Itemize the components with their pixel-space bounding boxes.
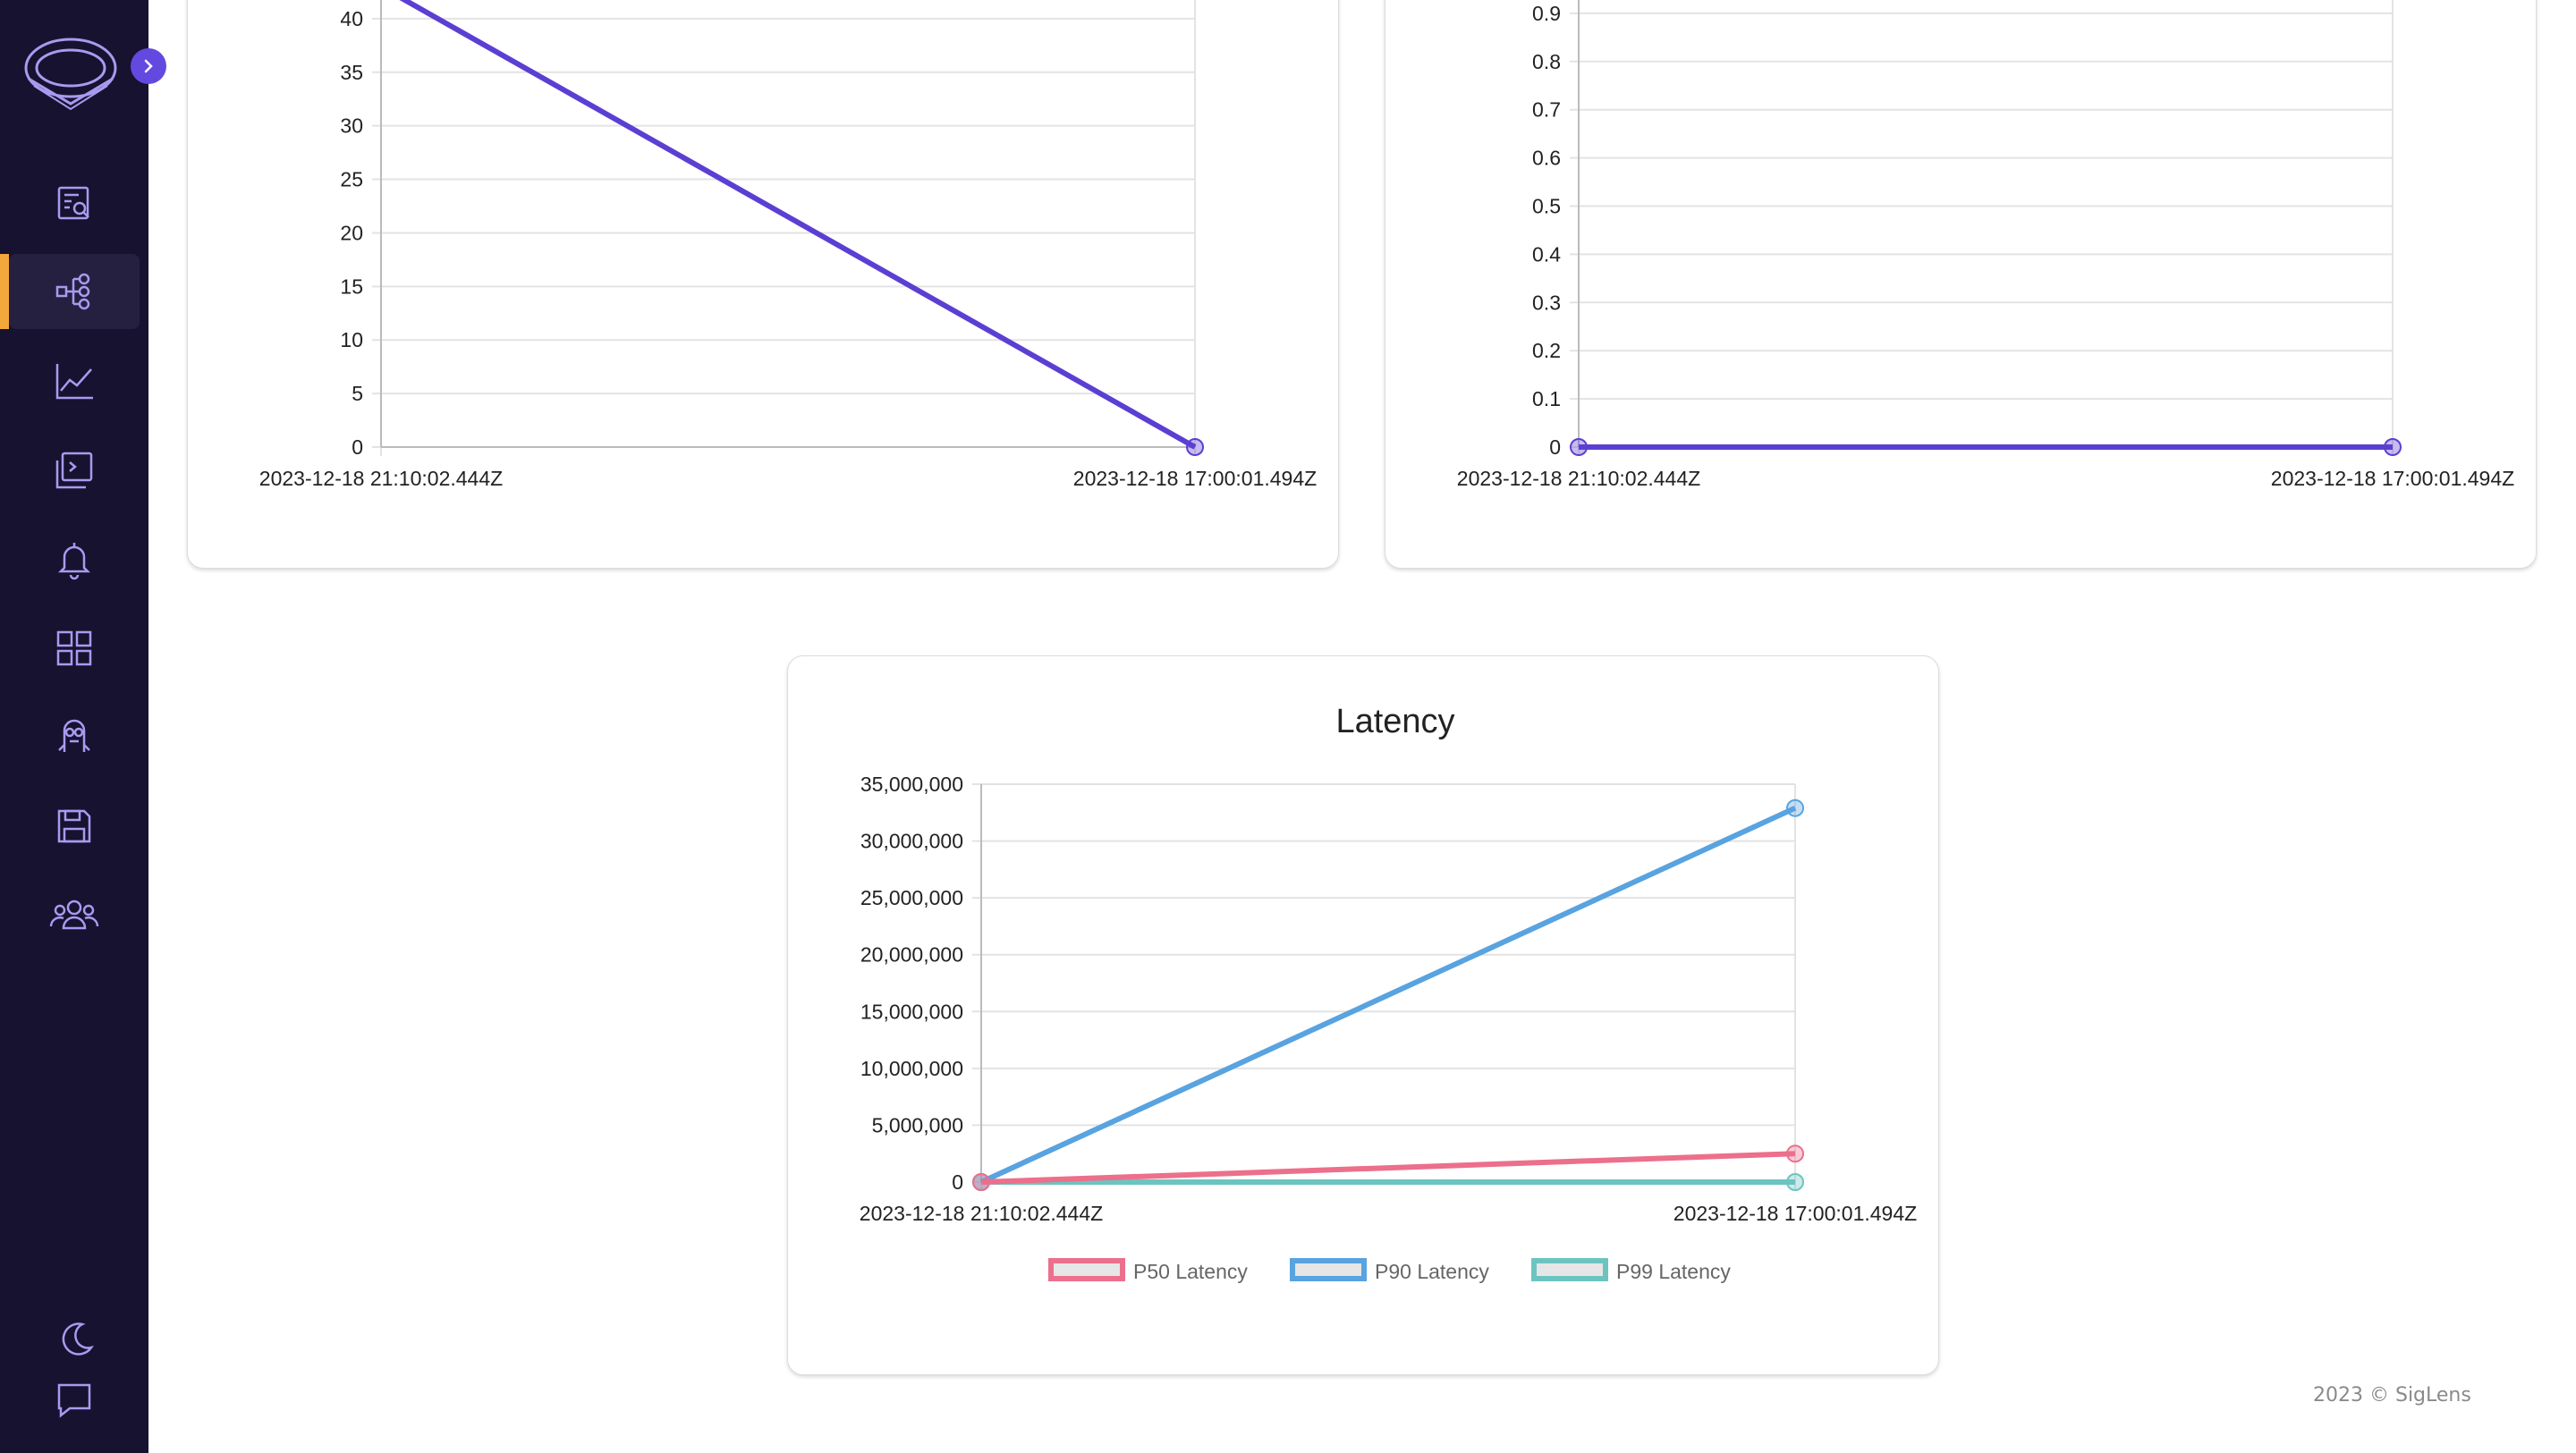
chevron-right-icon [144,59,153,73]
legend-swatch [1531,1258,1608,1281]
nav-metrics[interactable] [9,343,140,418]
x-tick-label: 2023-12-18 17:00:01.494Z [2271,467,2514,490]
series-line-0 [399,0,1197,450]
y-tick-label: 5 [352,382,363,405]
latency-line-chart: Latency 0 5,000,000 10,000,000 15,000,000 20,… [860,703,1917,1283]
x-tick-label: 2023-12-18 17:00:01.494Z [1073,467,1317,490]
alerts-icon [57,543,91,580]
y-tick-label: 0.1 [1532,387,1561,410]
data-point [1786,798,1804,817]
y-tick-label: 0.4 [1532,242,1561,266]
latency-chart-panel: Latency 0 5,000,000 10,000,000 15,000,000 20,… [787,655,1939,1375]
tracing-icon [55,273,90,310]
legend-label: P99 Latency [1616,1260,1731,1283]
nav-saved-queries[interactable] [9,789,140,864]
y-tick-label: 0.6 [1532,147,1561,170]
y-tick-label: 0.5 [1532,195,1561,218]
series-line-0 [980,1151,1796,1185]
legend-swatch [1290,1258,1367,1281]
nav-minions[interactable] [9,699,140,774]
live-tail-icon [55,452,93,489]
x-tick-label: 2023-12-18 21:10:02.444Z [259,467,503,490]
x-tick-label: 2023-12-18 21:10:02.444Z [860,1202,1103,1225]
feedback-icon [57,1383,91,1418]
y-tick-label: 30 [340,114,363,138]
data-point [972,1173,990,1191]
y-tick-label: 0 [352,435,363,459]
y-tick-label: 25,000,000 [860,886,963,909]
legend-label: P50 Latency [1133,1260,1248,1283]
active-indicator [0,254,9,329]
y-tick-label: 10,000,000 [860,1057,963,1080]
users-icon [49,900,99,930]
dashboards-icon [56,630,92,666]
y-tick-label: 10 [340,328,363,351]
logo-eye-icon [24,38,117,111]
y-tick-label: 25 [340,168,363,191]
nav-tracing[interactable] [0,254,140,329]
y-tick-label: 0 [1549,435,1561,459]
line-chart: 0 0.1 0.2 0.3 0.4 0.5 0.6 0.7 0.8 0.9 2023-12-18 2… [1457,0,2514,490]
y-tick-label: 0.8 [1532,50,1561,73]
nav-dashboards[interactable] [9,611,140,686]
search-logs-icon [57,186,89,220]
data-point [1786,1145,1804,1163]
metrics-icon [55,364,93,400]
chart-panel-top-left: 0 5 10 15 20 25 30 35 40 2023-12-18 21:10:02.444Z… [187,0,1339,569]
y-tick-label: 15,000,000 [860,1000,963,1023]
nav-users[interactable] [9,877,140,952]
line-chart: 0 5 10 15 20 25 30 35 40 2023-12-18 21:10:02.444Z… [259,0,1317,490]
y-tick-label: 35 [340,61,363,84]
chart-panel-top-right: 0 0.1 0.2 0.3 0.4 0.5 0.6 0.7 0.8 0.9 2023-12-18 2… [1385,0,2537,569]
y-tick-label: 0 [952,1170,963,1194]
nav-search-logs[interactable] [9,165,140,241]
y-tick-label: 0.9 [1532,2,1561,25]
dark-mode-icon [62,1322,94,1356]
x-tick-label: 2023-12-18 17:00:01.494Z [1674,1202,1917,1225]
y-tick-label: 30,000,000 [860,830,963,853]
x-tick-label: 2023-12-18 21:10:02.444Z [1457,467,1700,490]
footer-copyright: 2023 © SigLens [2313,1384,2471,1407]
sidebar [0,0,166,1453]
feedback-button[interactable] [9,1366,140,1434]
data-point [1570,438,1588,456]
data-point [1186,438,1204,456]
y-tick-label: 15 [340,275,363,298]
y-tick-label: 35,000,000 [860,773,963,796]
y-tick-label: 40 [340,7,363,30]
y-tick-label: 0.3 [1532,291,1561,314]
saved-queries-icon [57,809,91,843]
y-tick-label: 0.7 [1532,98,1561,122]
data-point [2384,438,2402,456]
legend-swatch [1048,1258,1125,1281]
chart-title: Latency [1335,703,1454,740]
nav-alerts[interactable] [9,522,140,597]
data-point [1786,1173,1804,1191]
dark-mode-toggle[interactable] [9,1305,140,1373]
y-tick-label: 5,000,000 [872,1113,963,1136]
siglens-logo[interactable] [21,32,120,116]
y-tick-label: 20 [340,221,363,244]
expand-sidebar-button[interactable] [131,48,166,84]
minions-icon [58,719,90,752]
y-tick-label: 0.2 [1532,339,1561,362]
legend-label: P90 Latency [1375,1260,1489,1283]
nav-live-tail[interactable] [9,433,140,508]
y-tick-label: 20,000,000 [860,943,963,967]
